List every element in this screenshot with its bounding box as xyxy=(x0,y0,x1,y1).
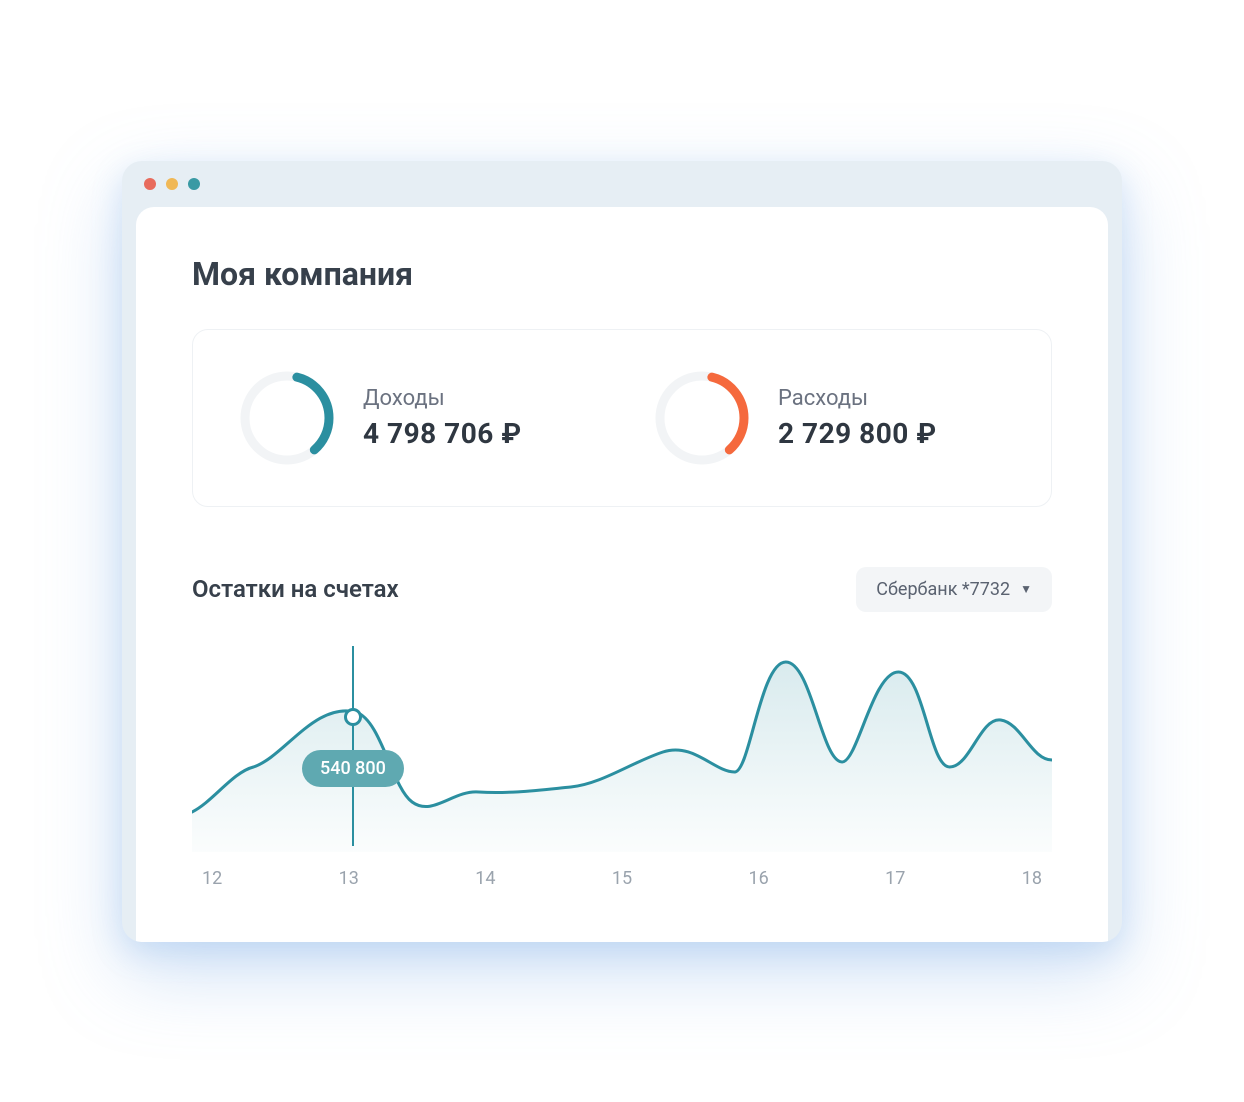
x-tick: 15 xyxy=(612,868,632,889)
summary-card: Доходы 4 798 706 ₽ Расходы 2 729 800 ₽ xyxy=(192,329,1052,507)
x-tick: 17 xyxy=(885,868,905,889)
x-tick: 13 xyxy=(339,868,359,889)
expenses-text: Расходы 2 729 800 ₽ xyxy=(778,386,937,450)
main-content: Моя компания Доходы 4 798 706 ₽ xyxy=(136,207,1108,942)
income-label: Доходы xyxy=(363,386,522,411)
maximize-window-icon[interactable] xyxy=(188,178,200,190)
income-ring-icon xyxy=(237,368,337,468)
income-text: Доходы 4 798 706 ₽ xyxy=(363,386,522,450)
account-selector-label: Сбербанк *7732 xyxy=(876,579,1010,600)
expenses-label: Расходы xyxy=(778,386,937,411)
close-window-icon[interactable] xyxy=(144,178,156,190)
x-tick: 12 xyxy=(202,868,222,889)
area-chart xyxy=(192,642,1052,852)
chart-x-axis: 12 13 14 15 16 17 18 xyxy=(192,852,1052,889)
balances-chart[interactable]: 540 800 12 13 14 15 16 17 18 xyxy=(192,642,1052,902)
expenses-ring-icon xyxy=(652,368,752,468)
chart-cursor-line xyxy=(352,646,354,846)
x-tick: 14 xyxy=(475,868,495,889)
expenses-value: 2 729 800 ₽ xyxy=(778,417,937,450)
page-title: Моя компания xyxy=(192,255,1052,293)
expenses-metric: Расходы 2 729 800 ₽ xyxy=(652,368,1007,468)
balances-title: Остатки на счетах xyxy=(192,575,399,603)
minimize-window-icon[interactable] xyxy=(166,178,178,190)
chevron-down-icon: ▼ xyxy=(1020,582,1032,596)
x-tick: 18 xyxy=(1022,868,1042,889)
x-tick: 16 xyxy=(749,868,769,889)
app-window: Моя компания Доходы 4 798 706 ₽ xyxy=(122,161,1122,942)
income-metric: Доходы 4 798 706 ₽ xyxy=(237,368,592,468)
window-titlebar xyxy=(122,161,1122,207)
income-value: 4 798 706 ₽ xyxy=(363,417,522,450)
account-selector-dropdown[interactable]: Сбербанк *7732 ▼ xyxy=(856,567,1052,612)
chart-cursor-point-icon xyxy=(344,708,362,726)
balances-header: Остатки на счетах Сбербанк *7732 ▼ xyxy=(192,567,1052,612)
chart-tooltip: 540 800 xyxy=(302,750,404,787)
